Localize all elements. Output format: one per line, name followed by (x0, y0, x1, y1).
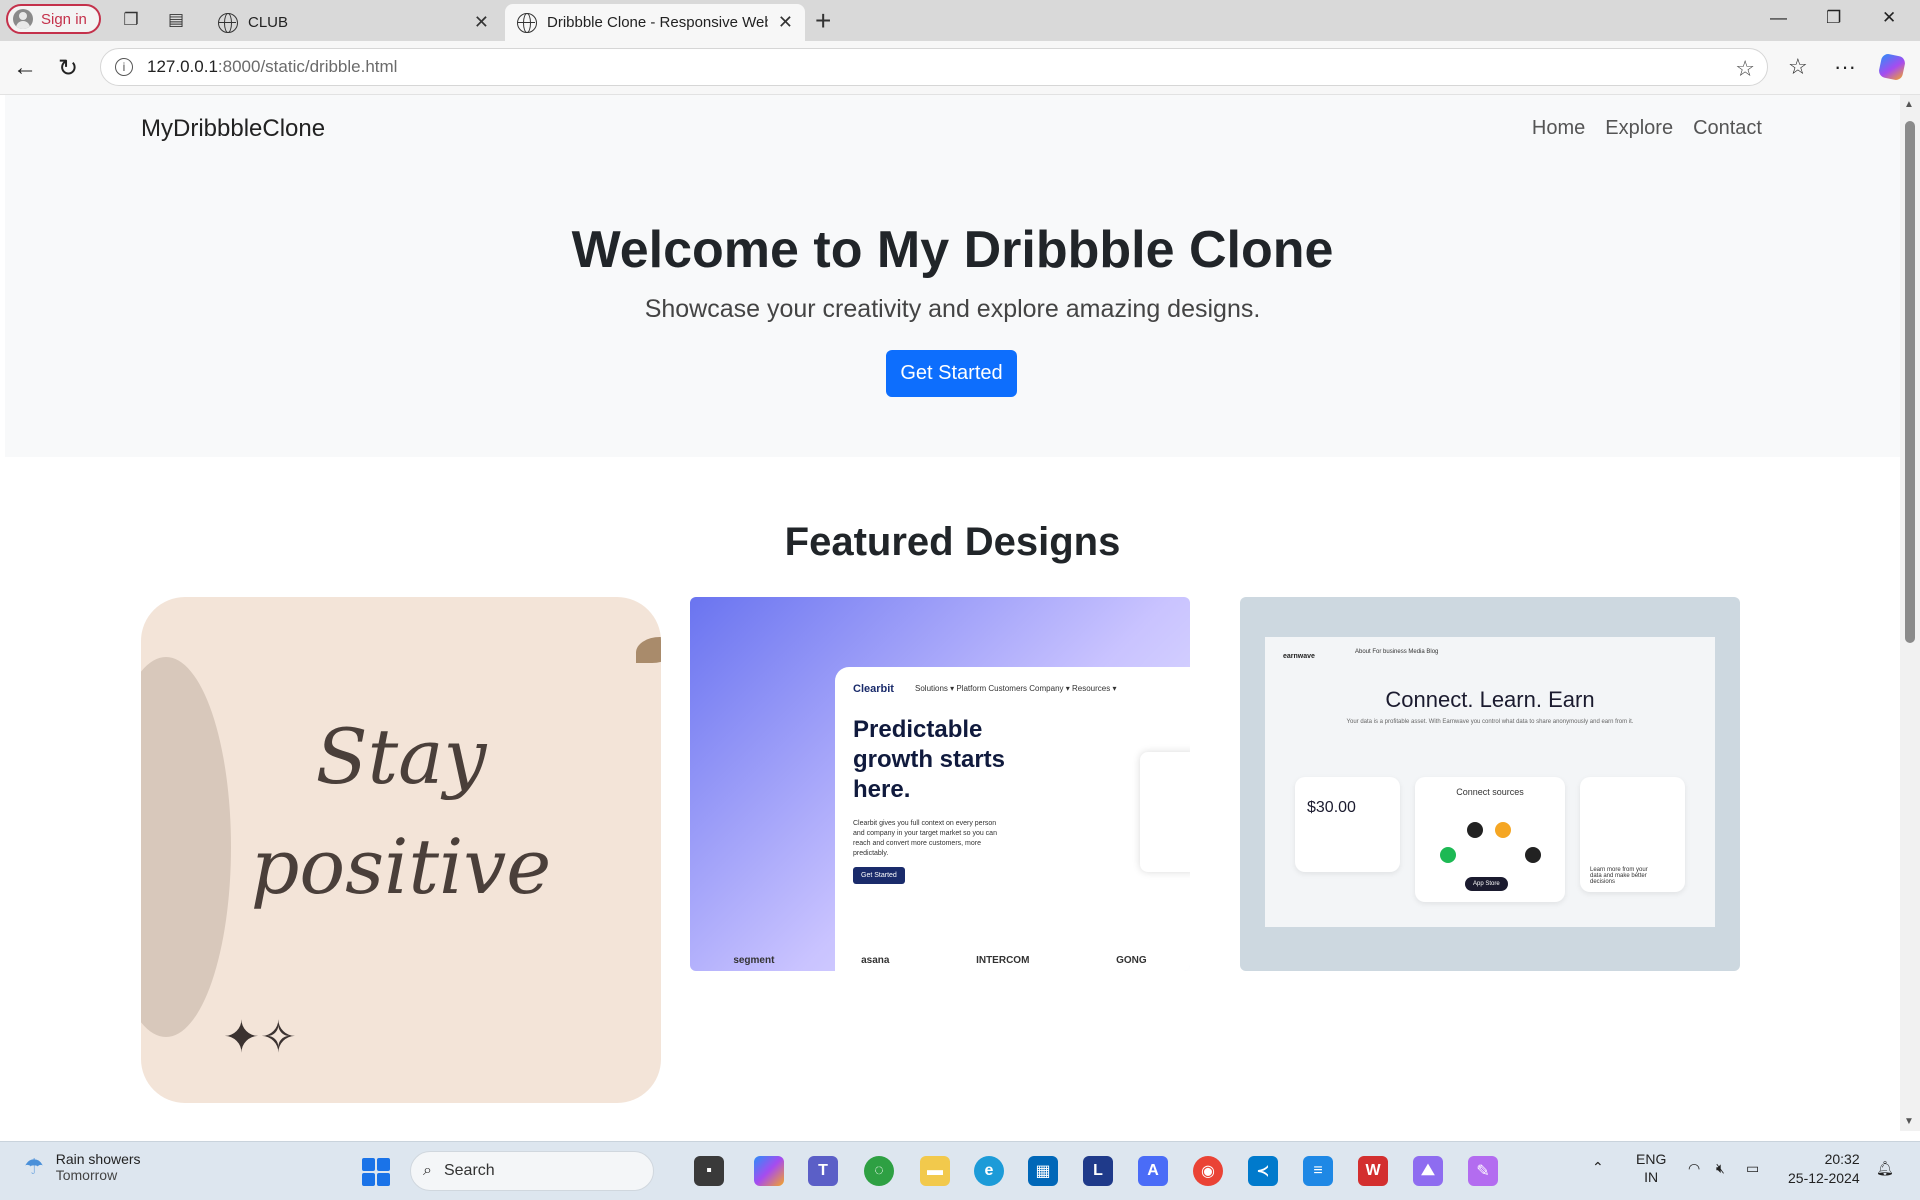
notification-bell-icon[interactable]: 🔔︎ (1876, 1159, 1894, 1177)
store-icon[interactable]: ▦ (1028, 1156, 1058, 1186)
site-nav-links: Home Explore Contact (1532, 117, 1762, 140)
scroll-up-icon[interactable]: ▲ (1904, 99, 1914, 110)
globe-icon (517, 12, 537, 33)
sparkle-icon: ✦✧ (223, 1013, 297, 1062)
favorites-icon[interactable]: ☆ (1788, 54, 1808, 80)
design-card-stay-positive[interactable]: Stay positive ✦✧ (141, 597, 661, 1103)
chrome-icon[interactable]: ◉ (1193, 1156, 1223, 1186)
clock[interactable]: 20:32 25-12-2024 (1788, 1150, 1860, 1188)
more-menu-icon[interactable]: ··· (1834, 54, 1856, 80)
nav-link-contact[interactable]: Contact (1693, 117, 1762, 140)
featured-designs-title: Featured Designs (784, 520, 1121, 564)
wifi-icon[interactable]: ◠ (1688, 1159, 1700, 1177)
clearbit-button: Get Started (853, 867, 905, 884)
close-tab-icon[interactable]: ✕ (474, 12, 489, 33)
restore-icon[interactable]: ❐ (1826, 8, 1841, 28)
minimize-icon[interactable]: — (1770, 8, 1787, 28)
windows-taskbar: ☂ Rain showers Tomorrow ⌕ Search ▪ T ◌ ▬… (0, 1141, 1920, 1200)
volume-muted-icon[interactable]: 🔇︎ (1716, 1159, 1725, 1177)
browser-tab-strip: Sign in ❐ ▤ CLUB ✕ Dribbble Clone - Resp… (0, 0, 1920, 41)
nav-link-home[interactable]: Home (1532, 117, 1585, 140)
site-brand[interactable]: MyDribbbleClone (141, 115, 325, 143)
start-button-icon[interactable] (362, 1158, 390, 1186)
get-started-button[interactable]: Get Started (886, 350, 1017, 397)
l-app-icon[interactable]: L (1083, 1156, 1113, 1186)
earnwave-headline: Connect. Learn. Earn (1385, 687, 1595, 712)
edge-icon[interactable]: e (974, 1156, 1004, 1186)
site-navbar: MyDribbbleClone Home Explore Contact (5, 95, 1900, 175)
wps-icon[interactable]: W (1358, 1156, 1388, 1186)
leaf-decoration-icon (636, 637, 661, 663)
globe-icon (218, 12, 238, 33)
profile-avatar-icon (13, 9, 33, 29)
photos-icon[interactable]: ⛰ (1413, 1156, 1443, 1186)
tab-dribbble-clone[interactable]: Dribbble Clone - Responsive Web ✕ (505, 4, 805, 41)
close-window-icon[interactable]: ✕ (1882, 8, 1896, 28)
notepad-icon[interactable]: ≡ (1303, 1156, 1333, 1186)
teams-icon[interactable]: T (808, 1156, 838, 1186)
hero-section: Welcome to My Dribbble Clone Showcase yo… (5, 175, 1900, 457)
hero-title: Welcome to My Dribbble Clone (571, 221, 1334, 279)
vscode-icon[interactable]: ≺ (1248, 1156, 1278, 1186)
clearbit-menu: Solutions ▾ Platform Customers Company ▾… (915, 684, 1117, 693)
earnwave-menu: About For business Media Blog (1355, 649, 1439, 655)
insights-card: Learn more from your data and make bette… (1580, 777, 1685, 892)
task-view-icon[interactable]: ▪ (694, 1156, 724, 1186)
search-icon: ⌕ (423, 1162, 432, 1179)
file-explorer-icon[interactable]: ▬ (920, 1156, 950, 1186)
back-icon[interactable]: ← (13, 54, 37, 82)
taskbar-search[interactable]: ⌕ Search (410, 1151, 654, 1191)
earnwave-logo: earnwave (1283, 653, 1315, 660)
clearbit-mockup-panel: Clearbit Solutions ▾ Platform Customers … (835, 667, 1190, 971)
clearbit-headline: Predictable growth starts here. (853, 716, 1006, 803)
a-app-icon[interactable]: A (1138, 1156, 1168, 1186)
nav-link-explore[interactable]: Explore (1605, 117, 1673, 140)
clearbit-body: Clearbit gives you full context on every… (853, 820, 997, 857)
earnings-card: $30.00 (1295, 777, 1400, 872)
sync-app-icon[interactable]: ◌ (864, 1156, 894, 1186)
language-indicator[interactable]: ENG IN (1636, 1150, 1666, 1186)
weather-widget[interactable]: ☂ Rain showers Tomorrow (24, 1151, 141, 1183)
connect-sources-card: Connect sources App Store (1415, 777, 1565, 902)
page-viewport: MyDribbbleClone Home Explore Contact Wel… (5, 95, 1900, 1131)
scrollbar-thumb[interactable] (1905, 121, 1915, 643)
battery-icon[interactable]: ▭ (1746, 1159, 1759, 1177)
amazon-icon (1495, 822, 1511, 838)
tab-actions-icon[interactable]: ▤ (165, 9, 187, 31)
scroll-down-icon[interactable]: ▼ (1904, 1116, 1914, 1127)
sign-in-button[interactable]: Sign in (6, 4, 101, 34)
earnwave-subhead: Your data is a profitable asset. With Ea… (1346, 719, 1634, 725)
logo-segment: segment (733, 955, 775, 966)
clearbit-logo: Clearbit (853, 683, 894, 695)
logo-asana: asana (861, 955, 890, 966)
sign-in-label: Sign in (41, 10, 87, 28)
hero-subtitle: Showcase your creativity and explore ama… (644, 295, 1261, 323)
close-tab-icon[interactable]: ✕ (778, 12, 793, 33)
logo-intercom: INTERCOM (976, 955, 1030, 966)
address-bar-row: ← ↻ i 127.0.0.1:8000/static/dribble.html… (0, 41, 1920, 95)
copilot-app-icon[interactable] (754, 1156, 784, 1186)
stay-positive-artwork: Stay positive (250, 712, 552, 911)
netflix-icon (1525, 847, 1541, 863)
earnwave-mockup-panel: earnwave About For business Media Blog C… (1265, 637, 1715, 927)
clearbit-logo-strip: segment asana INTERCOM GONG (690, 955, 1190, 966)
clearbit-side-panel (1140, 752, 1190, 872)
editor-app-icon[interactable]: ✎ (1468, 1156, 1498, 1186)
design-card-clearbit[interactable]: Clearbit Solutions ▾ Platform Customers … (690, 597, 1190, 971)
logo-gong: GONG (1116, 955, 1147, 966)
app-store-badge: App Store (1465, 877, 1508, 891)
show-hidden-icons-icon[interactable]: ⌃ (1592, 1158, 1604, 1176)
favorite-star-icon[interactable]: ☆ (1735, 56, 1755, 82)
refresh-icon[interactable]: ↻ (58, 54, 78, 83)
spotify-icon (1440, 847, 1456, 863)
design-card-earnwave[interactable]: earnwave About For business Media Blog C… (1240, 597, 1740, 971)
url-field[interactable]: i 127.0.0.1:8000/static/dribble.html ☆ (100, 48, 1768, 86)
uber-icon (1467, 822, 1483, 838)
page-scrollbar[interactable]: ▲ ▼ (1900, 95, 1920, 1131)
rain-umbrella-icon: ☂ (24, 1154, 44, 1179)
tab-club[interactable]: CLUB ✕ (206, 4, 501, 41)
collections-icon[interactable]: ❐ (120, 9, 142, 31)
new-tab-icon[interactable]: + (815, 5, 831, 37)
site-info-icon[interactable]: i (115, 58, 133, 76)
